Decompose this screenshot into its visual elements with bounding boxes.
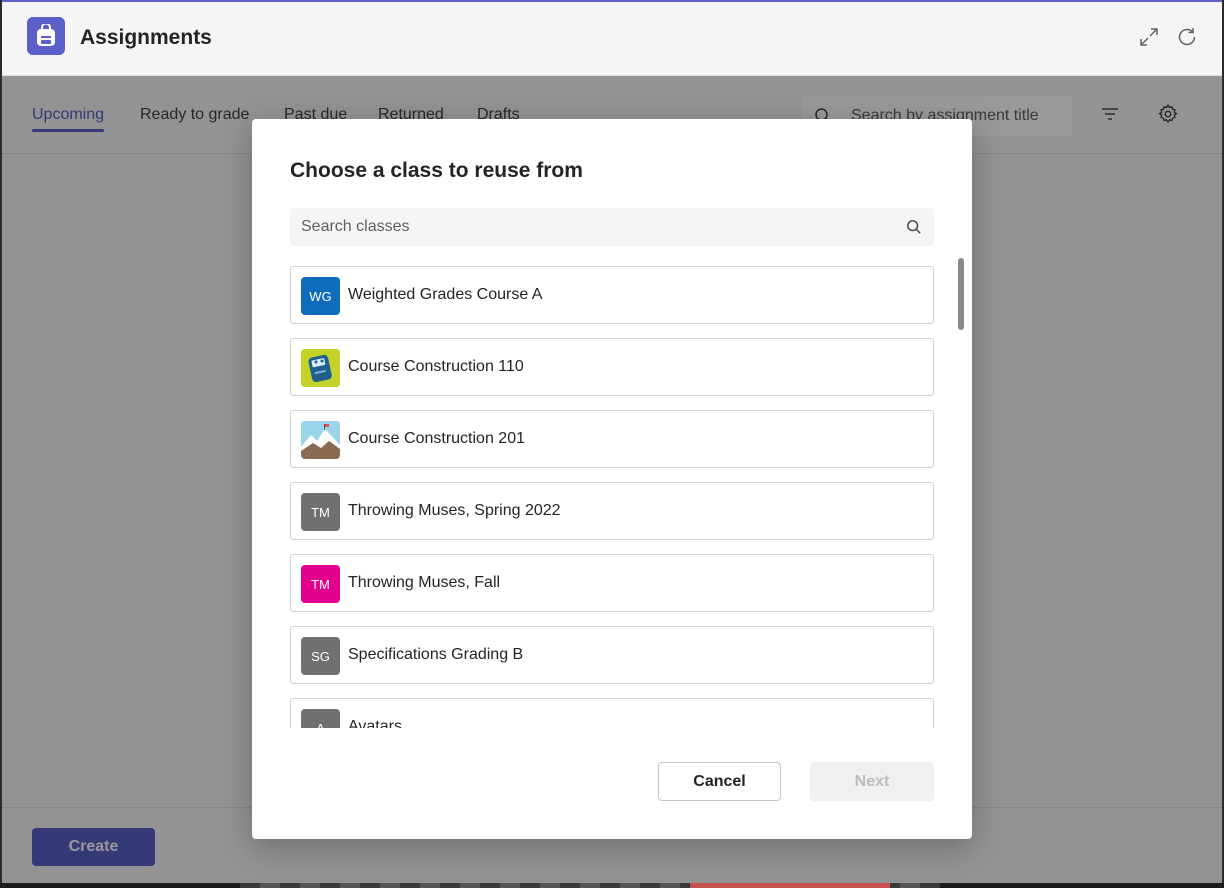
class-avatar: TM	[301, 493, 340, 531]
app-header: Assignments	[2, 2, 1222, 76]
expand-icon[interactable]	[1136, 24, 1162, 50]
app-title: Assignments	[80, 26, 212, 49]
class-item-weighted-grades-course-a[interactable]: WG Weighted Grades Course A	[290, 266, 934, 324]
class-name: Course Construction 201	[348, 430, 525, 447]
reuse-class-dialog: Choose a class to reuse from WG Weighted…	[252, 119, 972, 839]
next-button[interactable]: Next	[810, 762, 934, 801]
class-item-avatars[interactable]: A Avatars	[290, 698, 934, 728]
class-avatar: A	[301, 709, 340, 728]
class-item-throwing-muses-fall[interactable]: TM Throwing Muses, Fall	[290, 554, 934, 612]
class-search-input[interactable]	[290, 208, 934, 246]
class-item-throwing-muses-spring-2022[interactable]: TM Throwing Muses, Spring 2022	[290, 482, 934, 540]
class-item-course-construction-201[interactable]: Course Construction 201	[290, 410, 934, 468]
class-search	[290, 208, 934, 246]
search-icon[interactable]	[906, 219, 922, 240]
class-name: Throwing Muses, Fall	[348, 574, 501, 591]
class-name: Specifications Grading B	[348, 646, 524, 663]
class-item-specifications-grading-b[interactable]: SG Specifications Grading B	[290, 626, 934, 684]
class-list-scrollbar[interactable]	[958, 258, 964, 330]
class-list: WG Weighted Grades Course A Course Const…	[290, 266, 934, 728]
mountain-avatar-icon	[301, 421, 340, 459]
class-item-course-construction-110[interactable]: Course Construction 110	[290, 338, 934, 396]
class-name: Avatars	[348, 718, 402, 728]
backpack-icon	[27, 17, 65, 55]
class-avatar: WG	[301, 277, 340, 315]
dialog-title: Choose a class to reuse from	[290, 159, 583, 182]
class-avatar: SG	[301, 637, 340, 675]
background-strip	[0, 883, 1224, 888]
cancel-button[interactable]: Cancel	[658, 762, 781, 801]
class-name: Course Construction 110	[348, 358, 524, 375]
class-name: Throwing Muses, Spring 2022	[348, 502, 561, 519]
robot-avatar-icon	[301, 349, 340, 387]
class-avatar: TM	[301, 565, 340, 603]
class-name: Weighted Grades Course A	[348, 286, 543, 303]
refresh-icon[interactable]	[1174, 24, 1200, 50]
